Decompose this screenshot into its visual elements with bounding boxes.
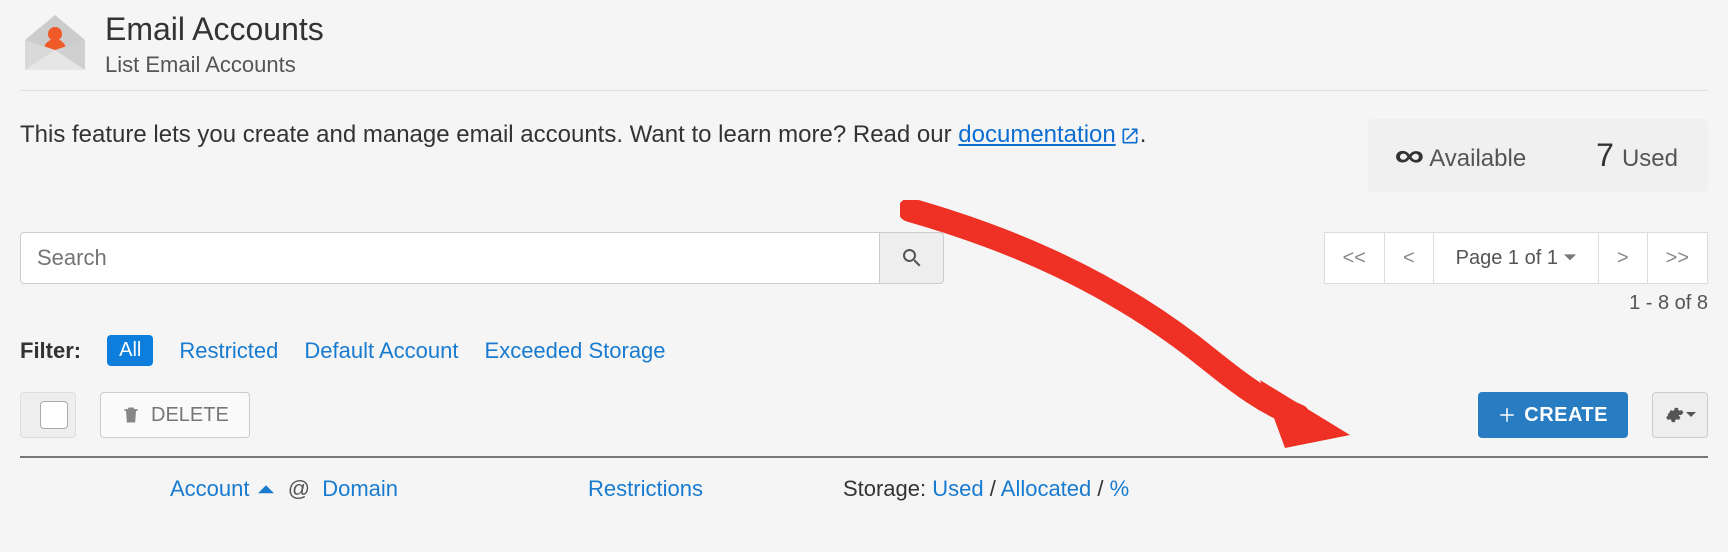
intro-text: This feature lets you create and manage … [20,119,1328,150]
page-indicator[interactable]: Page 1 of 1 [1434,232,1599,284]
search-icon [900,246,924,270]
sort-account[interactable]: Account [170,476,250,501]
page-header: Email Accounts List Email Accounts [20,0,1708,91]
page-last-button[interactable]: >> [1648,232,1708,284]
infinity-icon: ∞ [1395,137,1425,174]
sort-used[interactable]: Used [932,476,983,501]
stats-panel: ∞ Available 7 Used [1368,119,1708,192]
filter-row: Filter: All Restricted Default Account E… [20,335,1708,366]
caret-down-icon [1686,410,1696,420]
intro-text-after: . [1140,121,1147,148]
caret-down-icon [1564,252,1576,264]
filter-restricted[interactable]: Restricted [179,338,278,364]
search-input[interactable] [20,232,880,284]
select-all-checkbox[interactable] [40,401,68,429]
stat-available: ∞ Available [1398,137,1526,174]
page-prev-button[interactable]: < [1385,232,1434,284]
page-subtitle: List Email Accounts [105,52,324,78]
at-symbol: @ [288,476,310,501]
stat-used: 7 Used [1596,137,1678,174]
column-account: Account @ Domain [170,476,398,502]
page-first-button[interactable]: << [1324,232,1385,284]
stat-used-label: Used [1622,145,1678,173]
sort-allocated[interactable]: Allocated [1001,476,1092,501]
column-storage: Storage: Used / Allocated / % [843,476,1129,502]
filter-all[interactable]: All [107,335,153,366]
column-headers: Account @ Domain Restrictions Storage: U… [20,458,1708,510]
column-restrictions: Restrictions [588,476,703,502]
stat-used-value: 7 [1596,137,1614,174]
delete-button[interactable]: DELETE [100,392,250,438]
select-all-wrapper[interactable] [20,392,76,438]
documentation-link[interactable]: documentation [958,121,1139,148]
page-next-button[interactable]: > [1599,232,1648,284]
page-title: Email Accounts [105,12,324,47]
sort-domain[interactable]: Domain [322,476,398,501]
sort-restrictions[interactable]: Restrictions [588,476,703,501]
storage-label: Storage: [843,476,926,501]
trash-icon [121,405,141,425]
intro-text-before: This feature lets you create and manage … [20,121,958,148]
stat-available-label: Available [1429,145,1526,173]
external-link-icon [1120,126,1140,146]
filter-label: Filter: [20,338,81,364]
sort-asc-icon [258,482,274,498]
filter-exceeded-storage[interactable]: Exceeded Storage [485,338,666,364]
gear-icon [1664,405,1684,425]
create-button[interactable]: CREATE [1478,392,1628,438]
filter-default-account[interactable]: Default Account [304,338,458,364]
sort-percent[interactable]: % [1110,476,1130,501]
settings-button[interactable] [1652,392,1708,438]
email-accounts-icon [20,10,90,80]
search-button[interactable] [880,232,944,284]
plus-icon [1498,406,1516,424]
result-range: 1 - 8 of 8 [20,292,1708,315]
pagination: << < Page 1 of 1 > >> [1324,232,1708,284]
action-row: DELETE CREATE [20,392,1708,458]
